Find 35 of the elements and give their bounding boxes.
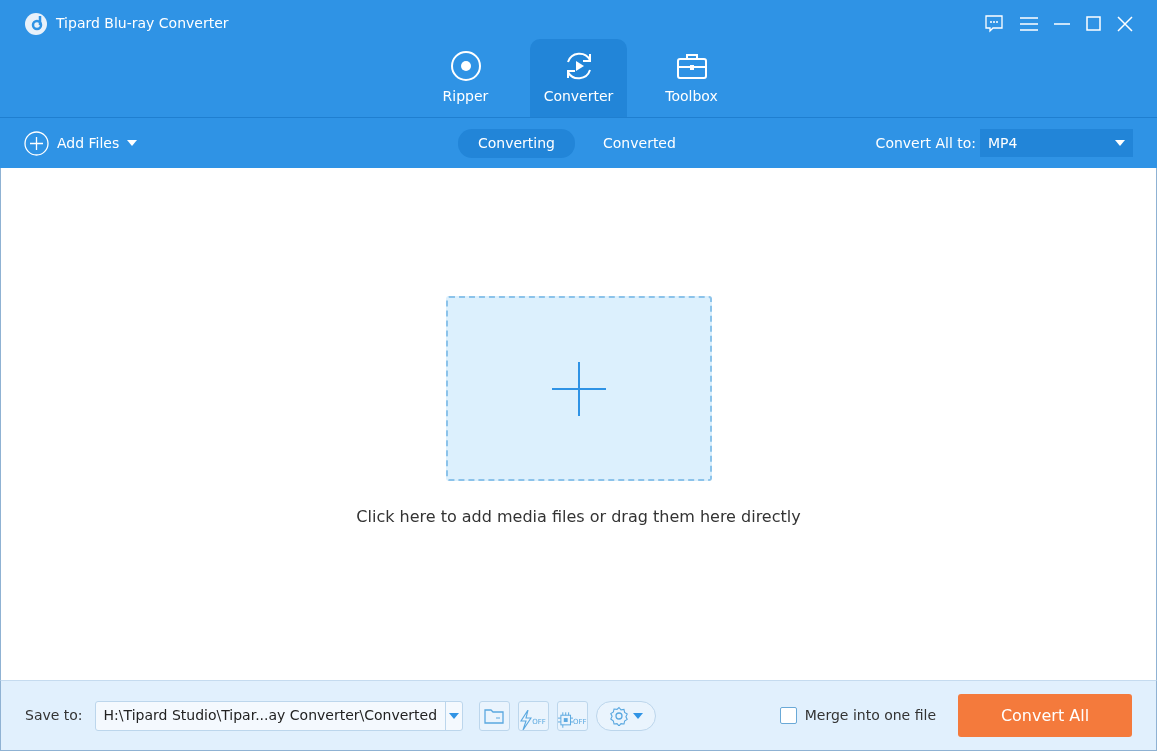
plus-icon (551, 361, 606, 416)
drop-area[interactable] (445, 296, 712, 481)
maximize-icon[interactable] (1086, 16, 1101, 31)
app-logo-icon (24, 11, 48, 36)
caret-icon (632, 712, 643, 719)
window-title: Tipard Blu-ray Converter (56, 14, 229, 33)
minimize-icon[interactable] (1054, 22, 1070, 25)
folder-icon (484, 707, 505, 724)
menu-icon[interactable] (1020, 16, 1038, 31)
settings-icon (608, 705, 629, 726)
lightning-icon (520, 709, 533, 730)
format-dropdown[interactable]: MP4 (980, 129, 1133, 157)
drop-hint: Click here to add media files or drag them here directly (356, 506, 801, 528)
feedback-icon[interactable] (984, 14, 1004, 33)
caret-icon (127, 140, 138, 146)
merge-label: Merge into one file (804, 706, 936, 725)
disc-icon (449, 49, 482, 82)
plus-circle-icon (24, 130, 49, 156)
open-folder-button[interactable] (478, 700, 510, 731)
add-files-button[interactable]: Add Files (24, 130, 144, 156)
mode-tab[interactable]: Toolbox (643, 39, 740, 117)
caret-icon (1115, 140, 1125, 146)
mode-tab[interactable]: Converter (530, 39, 627, 117)
close-icon[interactable] (1117, 15, 1133, 32)
convert-all-button[interactable]: Convert All (958, 694, 1132, 737)
merge-checkbox[interactable] (779, 707, 797, 724)
chip-icon (557, 711, 574, 730)
save-path-field[interactable]: H:\Tipard Studio\Tipar...ay Converter\Converted (94, 700, 463, 731)
view-tab[interactable]: Converted (583, 128, 696, 158)
mode-tab[interactable]: Ripper (417, 39, 514, 117)
view-tab[interactable]: Converting (458, 128, 575, 158)
caret-icon (448, 712, 459, 719)
settings-button[interactable] (595, 700, 656, 731)
save-to-label: Save to: (25, 706, 83, 725)
convert-all-label: Convert All to: (875, 133, 976, 153)
